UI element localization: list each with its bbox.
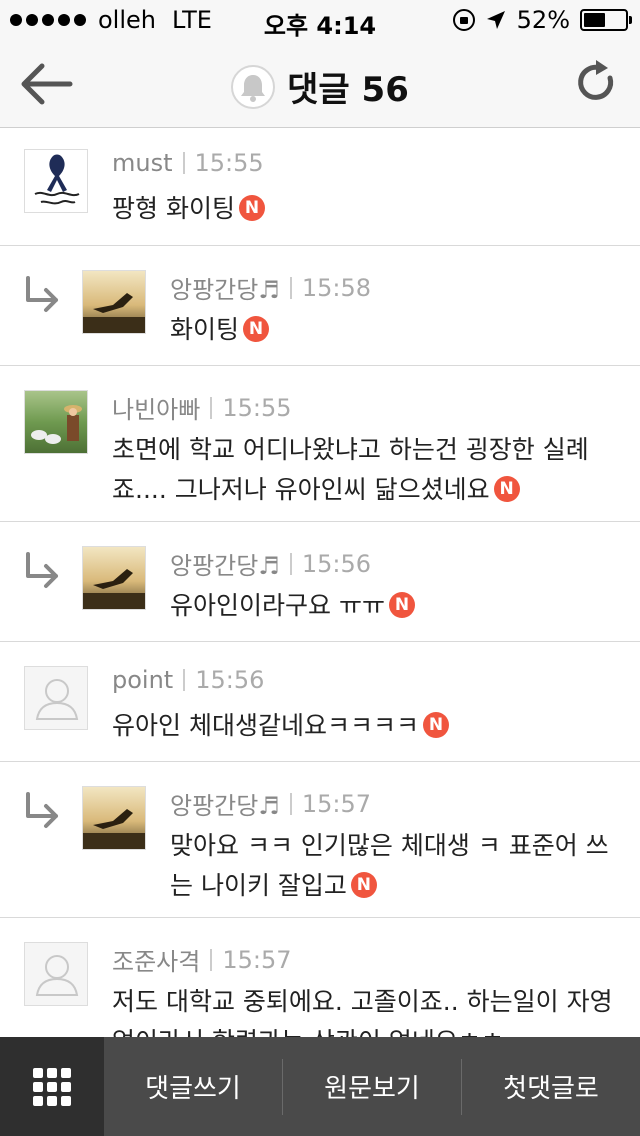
- comment-meta: 앙팡간당♬ 15:58: [170, 270, 371, 305]
- nav-bar: 댓글 56: [0, 40, 640, 128]
- comment-body: 저도 대학교 중퇴에요. 고졸이죠.. 하는일이 자영업이라서 학력과는 상관이…: [112, 987, 613, 1037]
- comment-author: point: [112, 666, 174, 694]
- avatar[interactable]: [24, 666, 88, 730]
- ribbon-avatar-image: [34, 154, 80, 205]
- grid-menu-icon: [33, 1067, 71, 1106]
- yoga-avatar-image: [83, 809, 145, 849]
- meta-divider: [182, 152, 185, 174]
- reply-item[interactable]: 앙팡간당♬ 15:56 유아인이라구요 ㅠㅠ N: [0, 522, 640, 642]
- comment-body: 화이팅: [170, 315, 240, 344]
- comment-author: 앙팡간당♬: [170, 276, 280, 304]
- comment-time: 15:57: [301, 789, 372, 818]
- comment-meta: 나빈아빠 15:55: [112, 390, 292, 425]
- status-right: 52%: [452, 6, 632, 34]
- nav-title: 댓글 56: [0, 62, 640, 111]
- write-comment-button[interactable]: 댓글쓰기: [104, 1037, 282, 1136]
- comment-time: 15:56: [195, 666, 265, 694]
- yoga-avatar-image: [83, 569, 145, 609]
- location-arrow-icon: [486, 11, 505, 29]
- view-original-button[interactable]: 원문보기: [283, 1037, 461, 1136]
- meta-divider: [210, 948, 213, 971]
- battery-fill: [584, 13, 605, 27]
- comment-item[interactable]: 나빈아빠 15:55 초면에 학교 어디나왔냐고 하는건 굉장한 실례죠....…: [0, 366, 640, 522]
- new-badge: N: [388, 592, 415, 618]
- reply-arrow-icon: [26, 552, 58, 588]
- bottom-toolbar: 댓글쓰기 원문보기 첫댓글로: [0, 1037, 640, 1136]
- comment-author: 앙팡간당♬: [170, 792, 280, 820]
- comment-body: 맞아요 ㅋㅋ 인기많은 체대생 ㅋ 표준어 쓰는 나이키 잘입고: [170, 831, 609, 900]
- comment-body: 유아인이라구요 ㅠㅠ: [170, 591, 385, 620]
- avatar[interactable]: [24, 149, 88, 213]
- comment-meta: 조준사격 15:57: [112, 942, 292, 977]
- comment-time: 15:57: [222, 945, 292, 974]
- farm-avatar-image: [31, 405, 82, 444]
- comment-meta: must 15:55: [112, 149, 264, 177]
- comment-item[interactable]: 조준사격 15:57 저도 대학교 중퇴에요. 고졸이죠.. 하는일이 자영업이…: [0, 918, 640, 1037]
- comment-author: 나빈아빠: [112, 396, 201, 424]
- comment-item[interactable]: point 15:56 유아인 체대생같네요ㅋㅋㅋㅋ N: [0, 642, 640, 762]
- refresh-icon: [578, 60, 614, 100]
- new-badge: N: [238, 195, 265, 221]
- default-user-icon: [35, 679, 79, 720]
- status-bar: olleh LTE 오후 4:14 52%: [0, 0, 640, 40]
- avatar[interactable]: [24, 942, 88, 1006]
- battery-percent: 52%: [516, 6, 570, 34]
- avatar[interactable]: [82, 786, 146, 850]
- meta-divider: [210, 396, 213, 419]
- meta-divider: [289, 792, 292, 815]
- meta-divider: [289, 552, 292, 575]
- new-badge: N: [493, 476, 520, 502]
- default-user-icon: [35, 955, 79, 996]
- comment-list[interactable]: must 15:55 팡형 화이팅 N 앙팡간당♬ 15:58 화이팅 N 나빈…: [0, 129, 640, 1037]
- first-comment-button[interactable]: 첫댓글로: [462, 1037, 640, 1136]
- yoga-avatar-image: [83, 293, 145, 333]
- comment-body: 팡형 화이팅: [112, 194, 235, 223]
- page-title: 댓글 56: [287, 70, 409, 110]
- comment-author: must: [112, 149, 173, 177]
- comment-text: 유아인이라구요 ㅠㅠ N: [170, 586, 610, 626]
- comment-meta: 앙팡간당♬ 15:56: [170, 546, 371, 581]
- comment-meta: 앙팡간당♬ 15:57: [170, 786, 371, 821]
- comment-meta: point 15:56: [112, 666, 264, 694]
- new-badge: N: [243, 316, 270, 342]
- comment-author: 조준사격: [112, 948, 201, 976]
- battery-icon: [580, 9, 632, 31]
- comment-time: 15:58: [301, 273, 372, 302]
- comment-item[interactable]: must 15:55 팡형 화이팅 N: [0, 129, 640, 246]
- comment-text: 초면에 학교 어디나왔냐고 하는건 굉장한 실례죠.... 그나저나 유아인씨 …: [112, 430, 618, 510]
- notification-button[interactable]: [231, 64, 276, 109]
- comment-body: 유아인 체대생같네요ㅋㅋㅋㅋ: [112, 711, 419, 740]
- comment-text: 화이팅 N: [170, 310, 610, 350]
- comment-time: 15:55: [222, 393, 292, 422]
- reply-item[interactable]: 앙팡간당♬ 15:57 맞아요 ㅋㅋ 인기많은 체대생 ㅋ 표준어 쓰는 나이키…: [0, 762, 640, 918]
- comment-author: 앙팡간당♬: [170, 552, 280, 580]
- refresh-button[interactable]: [574, 58, 618, 106]
- comment-time: 15:56: [301, 549, 372, 578]
- new-badge: N: [350, 872, 377, 898]
- comment-text: 팡형 화이팅 N: [112, 189, 612, 229]
- bell-icon: [241, 74, 266, 102]
- meta-divider: [289, 276, 292, 299]
- reply-arrow-icon: [26, 276, 58, 312]
- comment-text: 유아인 체대생같네요ㅋㅋㅋㅋ N: [112, 706, 612, 746]
- meta-divider: [183, 669, 186, 691]
- comment-text: 저도 대학교 중퇴에요. 고졸이죠.. 하는일이 자영업이라서 학력과는 상관이…: [112, 982, 618, 1037]
- reply-arrow-icon: [26, 792, 58, 828]
- menu-button[interactable]: [0, 1037, 104, 1136]
- reply-item[interactable]: 앙팡간당♬ 15:58 화이팅 N: [0, 246, 640, 366]
- avatar[interactable]: [82, 270, 146, 334]
- comment-text: 맞아요 ㅋㅋ 인기많은 체대생 ㅋ 표준어 쓰는 나이키 잘입고 N: [170, 826, 610, 906]
- new-badge: N: [422, 712, 449, 738]
- orientation-lock-icon: [452, 9, 475, 31]
- avatar[interactable]: [82, 546, 146, 610]
- comment-time: 15:55: [194, 149, 264, 177]
- avatar[interactable]: [24, 390, 88, 454]
